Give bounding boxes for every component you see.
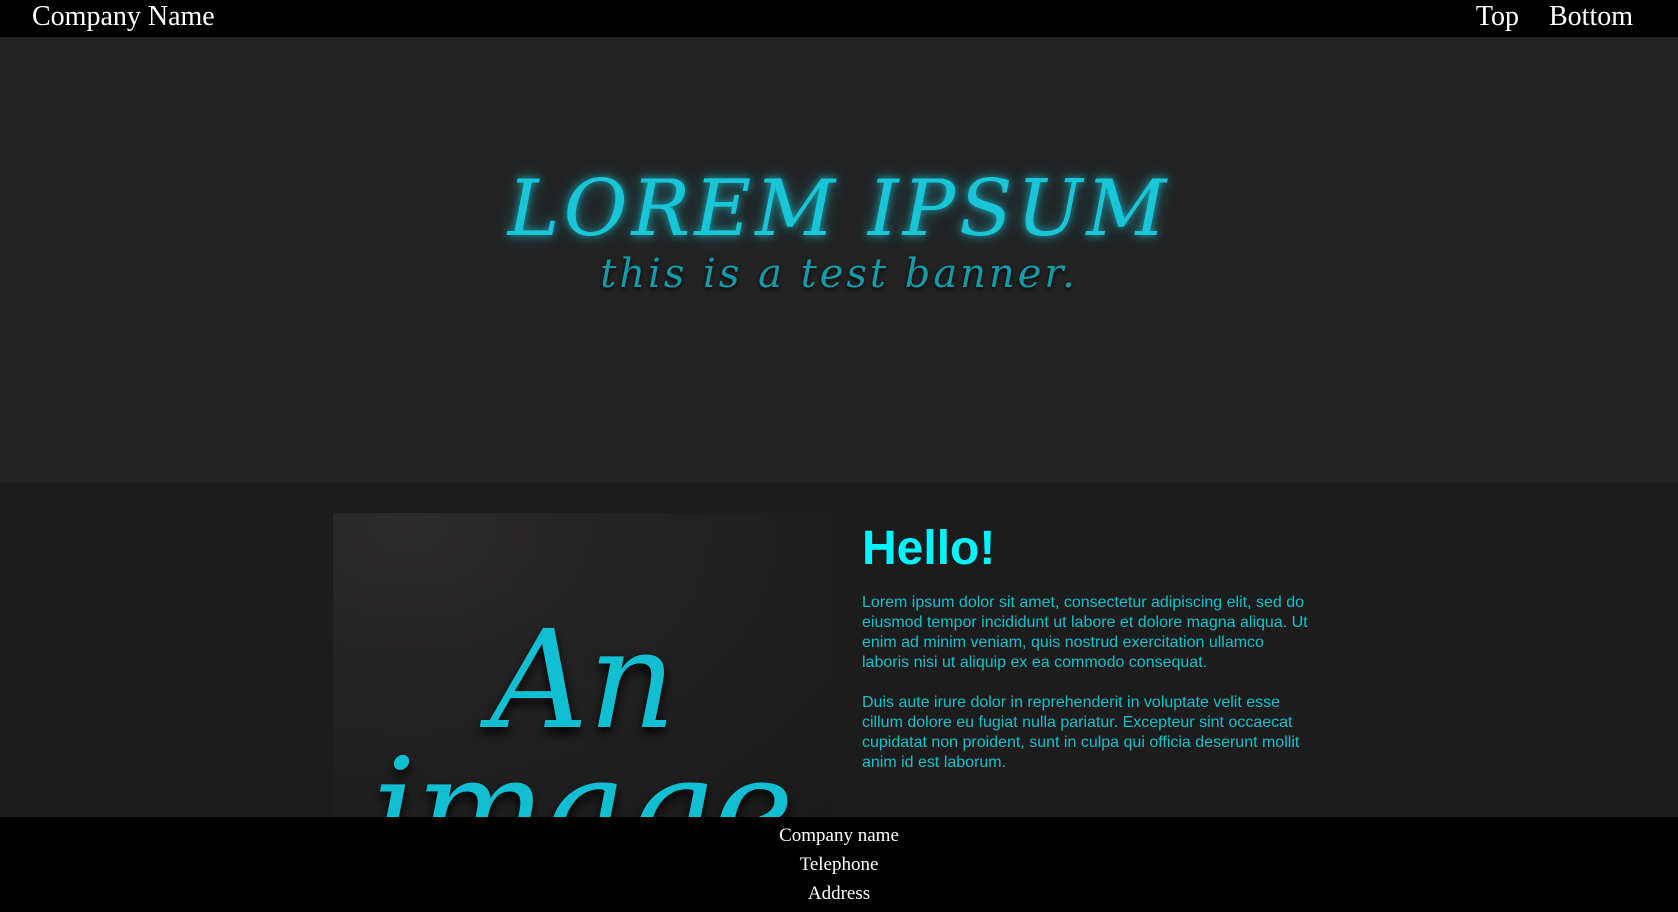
content-paragraph-2: Duis aute irure dolor in reprehenderit i…	[862, 694, 1300, 771]
footer-telephone: Telephone	[799, 854, 879, 875]
footer-company-name: Company name	[779, 825, 899, 846]
nav-link-bottom[interactable]: Bottom	[1549, 0, 1633, 33]
top-navbar: Company Name Top Bottom	[0, 0, 1678, 37]
image-text-line1: An	[490, 602, 676, 760]
footer-address: Address	[807, 883, 871, 904]
content-paragraph-1: Lorem ipsum dolor sit amet, consectetur …	[862, 594, 1308, 671]
content-heading: Hello!	[862, 522, 996, 575]
banner-title: LOREM IPSUM	[507, 164, 1171, 254]
page-footer: Company name Telephone Address	[0, 817, 1678, 912]
banner-subtitle: this is a test banner.	[600, 251, 1078, 297]
company-name-link[interactable]: Company Name	[32, 0, 215, 33]
hero-banner: LOREM IPSUM this is a test banner.	[0, 37, 1678, 483]
content-image: An image	[333, 513, 833, 817]
top-nav: Top Bottom	[1476, 0, 1633, 33]
content-text: Hello! Lorem ipsum dolor sit amet, conse…	[862, 525, 1312, 773]
nav-link-top[interactable]: Top	[1476, 0, 1519, 33]
image-text-line2: image	[372, 730, 794, 817]
content-section: An image Hello! Lorem ipsum dolor sit am…	[0, 483, 1678, 817]
